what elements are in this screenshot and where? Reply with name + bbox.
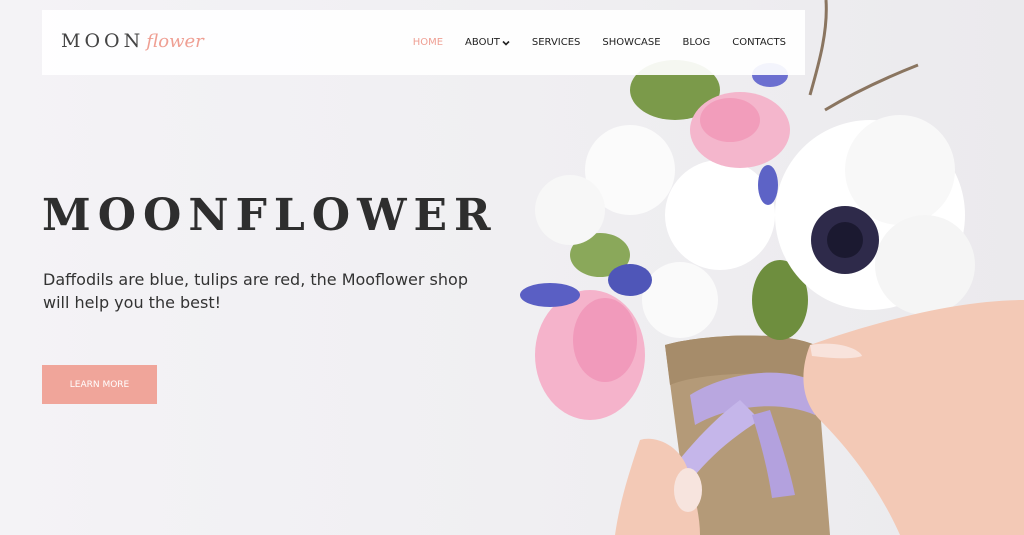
nav-item-about[interactable]: ABOUT — [465, 37, 510, 48]
nav-item-label: ABOUT — [465, 37, 500, 48]
nav-item-label: HOME — [412, 37, 444, 48]
main-nav: HOME ABOUT SERVICES SHOWCASE BLOG CONTAC… — [391, 37, 786, 48]
nav-item-showcase[interactable]: SHOWCASE — [602, 37, 660, 48]
flower-bouquet-image — [520, 0, 1024, 535]
nav-item-services[interactable]: SERVICES — [532, 37, 581, 48]
nav-item-label: SERVICES — [531, 37, 581, 48]
nav-item-home[interactable]: HOME — [413, 37, 443, 48]
chevron-down-icon — [502, 40, 510, 46]
hero-title: MOONFLOWER — [42, 190, 498, 241]
navbar: MOON flower HOME ABOUT SERVICES SHOWCASE… — [42, 10, 805, 75]
learn-more-button[interactable]: LEARN MORE — [42, 365, 157, 404]
nav-item-blog[interactable]: BLOG — [683, 37, 711, 48]
nav-item-contacts[interactable]: CONTACTS — [732, 37, 786, 48]
nav-item-label: BLOG — [682, 37, 711, 48]
logo[interactable]: MOON flower — [61, 30, 204, 54]
logo-main-text: MOON — [61, 30, 145, 52]
nav-item-label: CONTACTS — [732, 37, 786, 48]
nav-item-label: SHOWCASE — [602, 37, 661, 48]
hero-description: Daffodils are blue, tulips are red, the … — [43, 270, 468, 312]
logo-accent-text: flower — [146, 31, 204, 52]
